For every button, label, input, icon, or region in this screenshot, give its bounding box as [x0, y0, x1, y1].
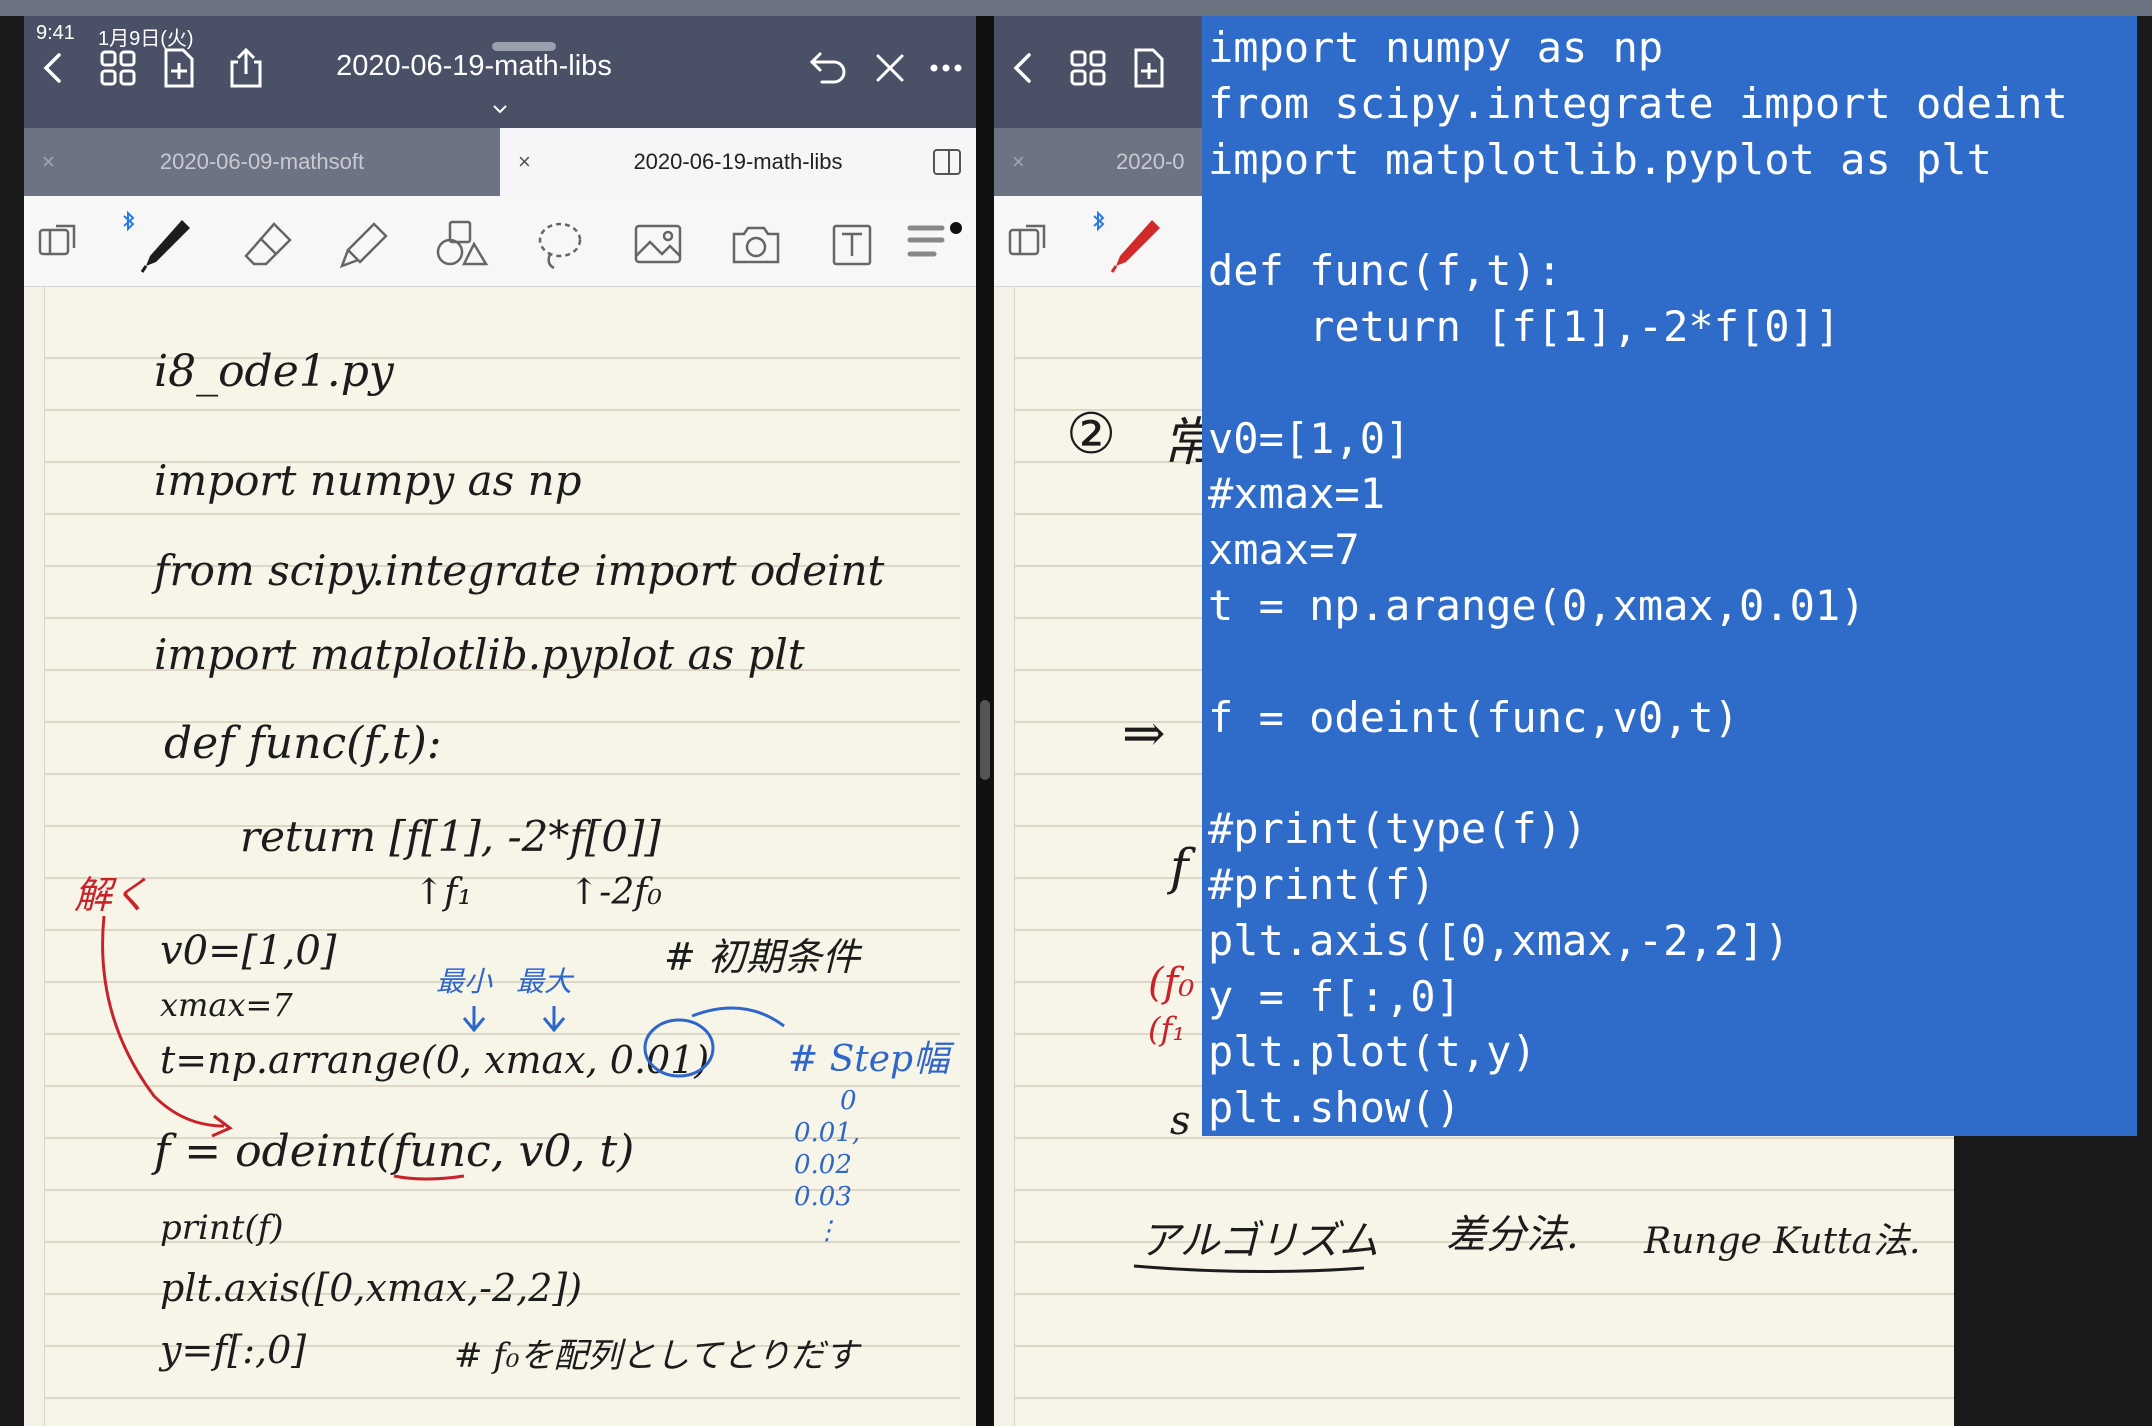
tool-bar	[24, 196, 976, 287]
note-annotation-blue: 最大	[516, 965, 573, 998]
shapes-icon[interactable]	[434, 218, 490, 272]
code-line: plt.axis([0,xmax,-2,2])	[1208, 915, 1790, 965]
note-annotation-blue: 最小	[436, 965, 493, 998]
note-line: from scipy.integrate import odeint	[154, 546, 885, 595]
tab-label: 2020-0	[1116, 149, 1185, 174]
pen-icon[interactable]	[138, 214, 194, 274]
tab-bar: × 2020-06-09-mathsoft × 2020-06-19-math-…	[24, 128, 976, 196]
code-line: t = np.arange(0,xmax,0.01)	[1208, 580, 1866, 630]
note-line: import numpy as np	[154, 456, 582, 505]
code-line: import matplotlib.pyplot as plt	[1208, 134, 1992, 184]
code-block: import numpy as np from scipy.integrate …	[1202, 16, 2137, 1136]
title-chevron-down-icon[interactable]	[492, 104, 508, 114]
note-fragment: s	[1170, 1098, 1191, 1144]
note-arrow: ⇒	[1122, 704, 1166, 764]
code-line: #print(f)	[1208, 859, 1436, 909]
code-line: import numpy as np	[1208, 23, 1664, 72]
note-line: v0=[1,0]	[160, 928, 337, 974]
add-page-icon[interactable]	[1126, 46, 1170, 90]
pen-settings-icon[interactable]	[904, 218, 964, 272]
read-mode-icon[interactable]	[1006, 220, 1048, 262]
image-icon[interactable]	[630, 218, 686, 272]
add-page-icon[interactable]	[156, 46, 200, 90]
undo-icon[interactable]	[806, 46, 850, 90]
note-annotation: ↑f₁	[414, 872, 472, 913]
note-annotation-blue: 0.02	[794, 1150, 852, 1180]
highlighter-icon[interactable]	[336, 218, 392, 272]
note-line: plt.axis([0,xmax,-2,2])	[160, 1266, 583, 1310]
sidebar-toggle-icon[interactable]	[932, 148, 962, 176]
status-time: 9:41	[36, 22, 75, 44]
lasso-icon[interactable]	[532, 218, 588, 272]
note-annotation: ↑-2f₀	[569, 872, 662, 913]
code-overlay: import numpy as np from scipy.integrate …	[1202, 16, 2137, 1136]
code-line: v0=[1,0]	[1208, 413, 1411, 463]
code-line: f = odeint(func,v0,t)	[1208, 692, 1740, 742]
eraser-icon[interactable]	[240, 218, 296, 272]
tab-label: 2020-06-19-math-libs	[633, 149, 843, 174]
grid-icon[interactable]	[96, 46, 140, 90]
note-line: xmax=7	[160, 986, 293, 1024]
code-line: #xmax=1	[1208, 469, 1386, 519]
camera-icon[interactable]	[728, 218, 784, 272]
more-icon[interactable]	[924, 46, 968, 90]
read-mode-icon[interactable]	[36, 220, 78, 262]
code-line: xmax=7	[1208, 525, 1360, 575]
bluetooth-icon	[123, 210, 135, 232]
note-fragment: f	[1170, 838, 1189, 896]
back-chevron-icon[interactable]	[32, 46, 76, 90]
note-annotation-blue: 0	[840, 1086, 857, 1116]
note-line: print(f)	[160, 1208, 284, 1248]
code-line: y = f[:,0]	[1208, 971, 1461, 1021]
code-line: plt.plot(t,y)	[1208, 1027, 1537, 1077]
note-fragment-red: (f₁	[1148, 1010, 1186, 1048]
code-line: #print(type(f))	[1208, 804, 1588, 854]
tab-mathsoft[interactable]: × 2020-06-09-mathsoft	[24, 128, 500, 196]
split-view-grab-handle[interactable]	[980, 700, 990, 780]
code-line: def func(f,t):	[1208, 246, 1563, 296]
left-notebook-pane: 9:41 1月9日(火) 2020-06-19-math-libs × 2020…	[24, 16, 976, 1426]
tab-label: 2020-06-09-mathsoft	[159, 149, 365, 174]
note-line: def func(f,t):	[164, 718, 442, 769]
back-chevron-icon[interactable]	[1002, 46, 1046, 90]
left-nav-bar: 9:41 1月9日(火) 2020-06-19-math-libs	[24, 16, 976, 128]
tab-close-icon[interactable]: ×	[1012, 128, 1025, 196]
code-line: return [f[1],-2*f[0]]	[1208, 301, 1841, 351]
note-annotation-red: 解く	[74, 873, 151, 917]
note-algorithm: アルゴリズム	[1140, 1218, 1379, 1264]
text-tool-icon[interactable]	[824, 218, 880, 272]
bluetooth-icon	[1093, 210, 1105, 232]
note-line: return [f[1], -2*f[0]]	[240, 812, 661, 861]
note-annotation-blue: ⋮	[814, 1216, 840, 1246]
grid-icon[interactable]	[1066, 46, 1110, 90]
note-difference-method: 差分法.	[1446, 1212, 1579, 1258]
pen-icon[interactable]	[1108, 214, 1164, 274]
note-filename: i8_ode1.py	[154, 346, 394, 397]
note-circled-number: ②	[1066, 402, 1117, 467]
note-line: f = odeint(func, v0, t)	[154, 1126, 635, 1177]
note-annotation-blue: 0.03	[794, 1182, 852, 1212]
note-comment: # 初期条件	[664, 935, 860, 979]
tab-math-libs[interactable]: × 2020-06-19-math-libs	[500, 128, 976, 196]
note-annotation-blue: 0.01,	[794, 1118, 861, 1148]
code-line: plt.show()	[1208, 1083, 1461, 1133]
note-comment: # f₀を配列としてとりだす	[454, 1336, 859, 1376]
note-line: t=np.arrange(0, xmax, 0.01)	[160, 1038, 710, 1082]
note-annotation-blue: # Step幅	[788, 1039, 950, 1080]
note-fragment-red: (f₀	[1148, 960, 1195, 1006]
note-runge-kutta: Runge Kutta法.	[1644, 1221, 1921, 1262]
note-line: y=f[:,0]	[160, 1328, 307, 1372]
note-line: import matplotlib.pyplot as plt	[154, 630, 805, 679]
top-strip	[0, 0, 2152, 16]
close-x-icon[interactable]	[868, 46, 912, 90]
code-line: from scipy.integrate import odeint	[1208, 78, 2068, 128]
notebook-title[interactable]: 2020-06-19-math-libs	[239, 50, 709, 83]
